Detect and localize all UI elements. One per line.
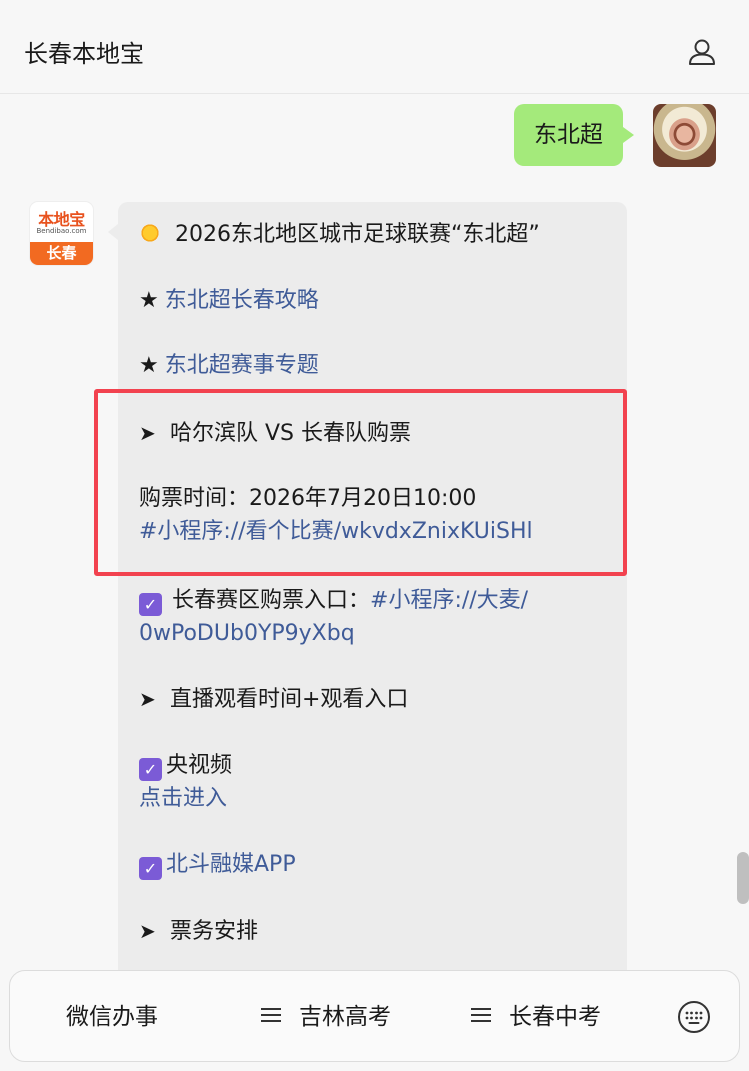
- message-title-line: 2026东北地区城市足球联赛“东北超”: [139, 218, 540, 251]
- topic-line: ★ 东北超赛事专题: [139, 349, 319, 382]
- highlight-box: [94, 389, 627, 576]
- arrow-icon: ➤: [139, 919, 156, 943]
- chat-title: 长春本地宝: [24, 40, 144, 68]
- person-outline-icon[interactable]: [686, 36, 718, 68]
- chat-page: 长春本地宝 东北超 本地宝 Bendibao.com 长春 2026东北地区城市…: [0, 0, 749, 1071]
- guide-link[interactable]: 东北超长春攻略: [165, 288, 319, 313]
- menu-lines-icon: [471, 1008, 491, 1022]
- cctv-line: ✓ 央视频: [139, 749, 232, 782]
- menu-item-changchun-zhongkao[interactable]: 长春中考: [471, 971, 601, 1063]
- cctv-enter-link[interactable]: 点击进入: [139, 782, 227, 815]
- cctv-label: 央视频: [166, 753, 233, 778]
- message-title: 2026东北地区城市足球联赛“东北超”: [175, 222, 540, 247]
- menu-item-label: 吉林高考: [299, 1004, 391, 1030]
- beidou-line: ✓ 北斗融媒APP: [139, 848, 296, 881]
- star-icon: ★: [139, 353, 159, 378]
- menu-lines-icon: [261, 1008, 281, 1022]
- menu-item-label: 微信办事: [66, 1004, 158, 1030]
- bendibao-city-label: 长春: [30, 242, 93, 265]
- checkbox-icon: ✓: [139, 593, 162, 616]
- user-message-bubble[interactable]: 东北超: [514, 104, 634, 166]
- menu-item-jilin-gaokao[interactable]: 吉林高考: [261, 971, 391, 1063]
- user-avatar[interactable]: [653, 104, 716, 167]
- chat-header: 长春本地宝: [0, 0, 749, 94]
- entry-label: 长春赛区购票入口：: [172, 588, 371, 613]
- star-icon: ★: [139, 288, 159, 313]
- live-line: ➤ 直播观看时间+观看入口: [139, 683, 408, 716]
- topic-link[interactable]: 东北超赛事专题: [165, 353, 319, 378]
- entry-line: ✓ 长春赛区购票入口：#小程序://大麦/: [139, 584, 528, 617]
- damai-link-part-2[interactable]: 0wPoDUb0YP9yXbq: [139, 617, 355, 650]
- arrow-icon: ➤: [139, 687, 156, 711]
- ticket-arrange-title: 票务安排: [170, 919, 259, 944]
- checkbox-icon: ✓: [139, 758, 162, 781]
- bendibao-logo-subtext: Bendibao.com: [36, 227, 87, 235]
- menu-item-wechat-services[interactable]: 微信办事: [66, 971, 158, 1063]
- keyboard-icon[interactable]: [676, 999, 712, 1035]
- damai-link-part-1[interactable]: #小程序://大麦/: [370, 588, 528, 613]
- checkbox-icon: ✓: [139, 857, 162, 880]
- live-title: 直播观看时间+观看入口: [170, 687, 409, 712]
- ticket-arrange-line: ➤ 票务安排: [139, 915, 258, 948]
- bot-message-bubble: 2026东北地区城市足球联赛“东北超” ★ 东北超长春攻略 ★ 东北超赛事专题 ➤ 哈…: [108, 202, 627, 1002]
- scrollbar-thumb[interactable]: [737, 852, 749, 904]
- sun-icon: [139, 222, 161, 244]
- guide-line: ★ 东北超长春攻略: [139, 284, 319, 317]
- bottom-menu-bar: 微信办事 吉林高考 长春中考: [9, 970, 740, 1062]
- bot-avatar[interactable]: 本地宝 Bendibao.com 长春: [30, 202, 93, 265]
- menu-item-label: 长春中考: [509, 1004, 601, 1030]
- beidou-app-link[interactable]: 北斗融媒APP: [166, 852, 296, 877]
